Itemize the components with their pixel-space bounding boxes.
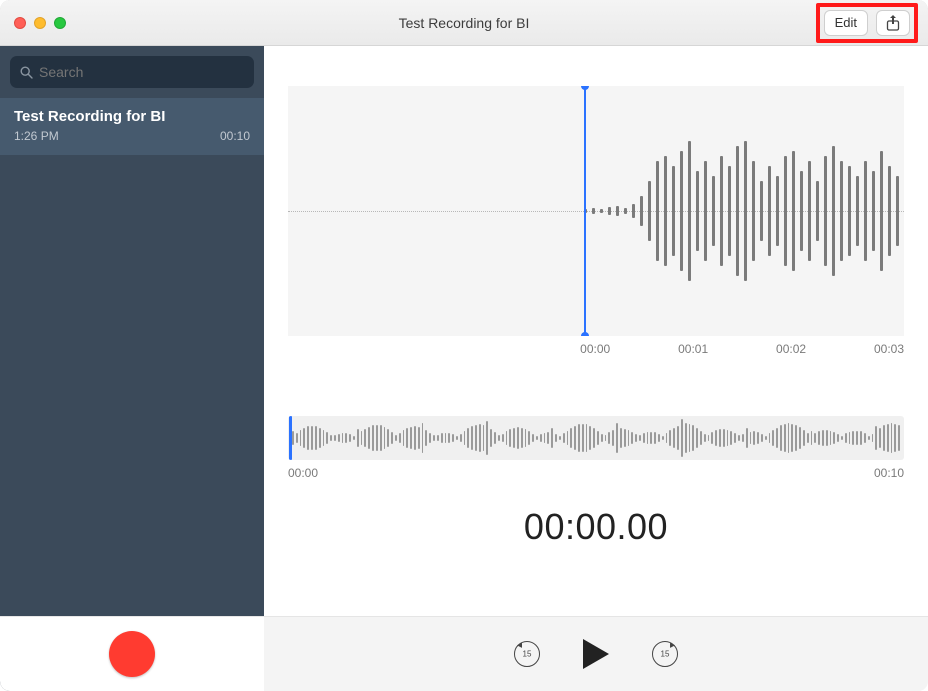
main-panel: 00:00 00:01 00:02 00:03 00:00 00:10 00:0… <box>264 46 928 691</box>
skip-forward-icon: 15 ▸ <box>652 641 678 667</box>
sidebar-fill <box>0 155 264 616</box>
playhead[interactable] <box>584 86 586 336</box>
waveform-overview[interactable] <box>288 416 904 460</box>
search-input[interactable] <box>39 64 244 80</box>
sidebar: Test Recording for BI 1:26 PM 00:10 <box>0 46 264 691</box>
recording-time: 1:26 PM <box>14 129 59 143</box>
waveform-overview-wrap: 00:00 00:10 <box>288 416 904 480</box>
overview-times: 00:00 00:10 <box>288 466 904 480</box>
overview-playhead[interactable] <box>289 416 292 460</box>
window: Test Recording for BI Edit <box>0 0 928 691</box>
overview-end: 00:10 <box>874 466 904 480</box>
share-button[interactable] <box>876 10 910 36</box>
waveform-zoom-wrap: 00:00 00:01 00:02 00:03 <box>264 46 928 366</box>
skip-back-icon: 15 ◂ <box>514 641 540 667</box>
zoom-tick: 00:03 <box>874 342 904 356</box>
sidebar-bottom <box>0 616 264 691</box>
zoom-tick: 00:02 <box>776 342 806 356</box>
recording-list-item[interactable]: Test Recording for BI 1:26 PM 00:10 <box>0 98 264 155</box>
share-icon <box>886 15 900 31</box>
search-icon <box>20 66 33 79</box>
playback-controls: 15 ◂ 15 ▸ <box>264 616 928 691</box>
close-window-button[interactable] <box>14 17 26 29</box>
minimize-window-button[interactable] <box>34 17 46 29</box>
titlebar: Test Recording for BI Edit <box>0 0 928 46</box>
window-title: Test Recording for BI <box>0 15 928 31</box>
waveform-zoom[interactable] <box>288 86 904 336</box>
zoom-time-ticks: 00:00 00:01 00:02 00:03 <box>288 342 904 356</box>
play-button[interactable] <box>581 637 611 671</box>
recording-title: Test Recording for BI <box>14 108 250 125</box>
overview-start: 00:00 <box>288 466 318 480</box>
traffic-lights <box>14 17 66 29</box>
overview-bars <box>292 416 900 460</box>
fullscreen-window-button[interactable] <box>54 17 66 29</box>
waveform-bars <box>584 86 904 336</box>
search-wrap <box>0 46 264 98</box>
zoom-tick: 00:01 <box>678 342 708 356</box>
zoom-tick: 00:00 <box>580 342 610 356</box>
skip-forward-15-button[interactable]: 15 ▸ <box>651 640 679 668</box>
edit-button[interactable]: Edit <box>824 10 868 36</box>
annotation-highlight: Edit <box>816 3 918 43</box>
record-button[interactable] <box>109 631 155 677</box>
recording-meta-row: 1:26 PM 00:10 <box>14 129 250 143</box>
skip-back-15-button[interactable]: 15 ◂ <box>513 640 541 668</box>
recording-duration: 00:10 <box>220 129 250 143</box>
current-time-display: 00:00.00 <box>264 506 928 548</box>
play-icon <box>581 637 611 671</box>
titlebar-right-group: Edit <box>816 3 918 43</box>
body: Test Recording for BI 1:26 PM 00:10 <box>0 46 928 691</box>
search-field[interactable] <box>10 56 254 88</box>
